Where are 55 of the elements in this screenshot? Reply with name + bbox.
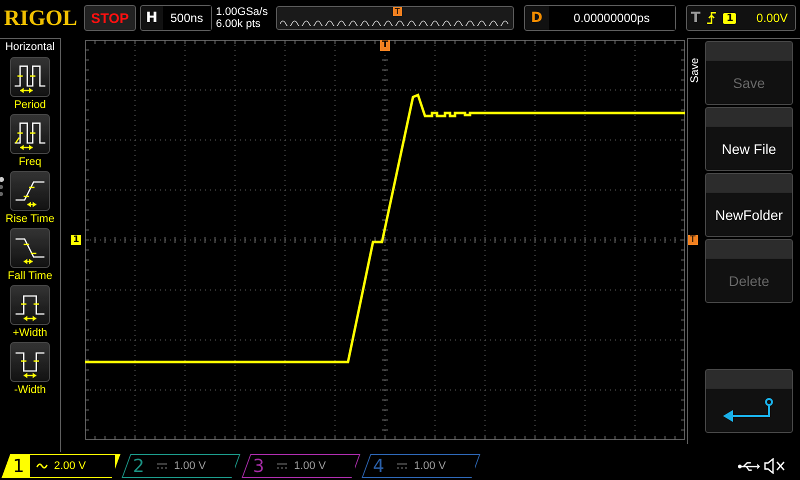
dc-coupling-icon bbox=[156, 462, 168, 470]
speaker-muted-icon bbox=[764, 458, 786, 474]
timebase-value: 500ns bbox=[162, 6, 211, 30]
channel-scale: 1.00 V bbox=[174, 460, 206, 472]
horizontal-label: H bbox=[144, 10, 159, 26]
channel-scale: 1.00 V bbox=[294, 460, 326, 472]
return-button[interactable] bbox=[705, 369, 793, 433]
channel-tab[interactable]: 2 1.00 V bbox=[122, 454, 240, 478]
measure-label: +Width bbox=[12, 327, 48, 339]
channel-number: 4 bbox=[372, 456, 386, 476]
trigger-level: 0.00V bbox=[756, 11, 788, 25]
channel-scale: 2.00 V bbox=[54, 460, 86, 472]
measure-button[interactable] bbox=[10, 114, 50, 154]
delay-value: 0.00000000ps bbox=[548, 6, 675, 30]
dc-coupling-icon bbox=[396, 462, 408, 470]
measure-button[interactable] bbox=[10, 342, 50, 382]
softkey-button[interactable]: NewFolder bbox=[705, 173, 793, 237]
waveform-overview-icon bbox=[280, 18, 510, 26]
measure-button[interactable] bbox=[10, 285, 50, 325]
measure-button[interactable] bbox=[10, 228, 50, 268]
channel-number: 2 bbox=[132, 456, 146, 476]
trigger-source: 1 bbox=[723, 12, 736, 24]
usb-icon bbox=[738, 460, 760, 472]
trigger-box[interactable]: T 1 0.00V bbox=[686, 5, 796, 31]
dc-coupling-icon bbox=[276, 462, 288, 470]
run-stop-button[interactable]: STOP bbox=[84, 5, 136, 31]
ac-coupling-icon bbox=[36, 462, 48, 470]
measure-label: Period bbox=[14, 99, 46, 111]
rising-edge-icon bbox=[706, 11, 718, 25]
timebase-box[interactable]: H 500ns bbox=[140, 5, 212, 31]
channel-tab[interactable]: 4 1.00 V bbox=[362, 454, 480, 478]
brand-logo: RIGOL bbox=[4, 5, 78, 31]
measure-button[interactable] bbox=[10, 57, 50, 97]
channel-scale: 1.00 V bbox=[414, 460, 446, 472]
trigger-time-marker[interactable]: T bbox=[380, 40, 390, 51]
sample-rate: 1.00GSa/s bbox=[216, 6, 269, 18]
channel-tab[interactable]: 3 1.00 V bbox=[242, 454, 360, 478]
measure-button[interactable] bbox=[10, 171, 50, 211]
trigger-label: T bbox=[690, 10, 700, 26]
menu-title: Save bbox=[688, 56, 702, 85]
measure-label: Fall Time bbox=[8, 270, 52, 282]
delay-label: D bbox=[530, 10, 544, 26]
measure-label: Freq bbox=[18, 156, 42, 168]
softkey-button[interactable]: New File bbox=[705, 107, 793, 171]
memory-depth: 6.00k pts bbox=[216, 18, 262, 30]
measure-label: Rise Time bbox=[6, 213, 54, 225]
channel-tab[interactable]: 1 2.00 V bbox=[2, 454, 120, 478]
trigger-level-marker[interactable]: T bbox=[688, 235, 698, 245]
measure-label: -Width bbox=[14, 384, 46, 396]
channel-number: 3 bbox=[252, 456, 266, 476]
channel-offset-marker[interactable]: 1 bbox=[71, 235, 82, 245]
delay-box[interactable]: D 0.00000000ps bbox=[524, 5, 676, 31]
channel-number: 1 bbox=[12, 456, 26, 476]
panel-title: Horizontal bbox=[5, 41, 55, 53]
trigger-position-marker: T bbox=[392, 7, 402, 16]
